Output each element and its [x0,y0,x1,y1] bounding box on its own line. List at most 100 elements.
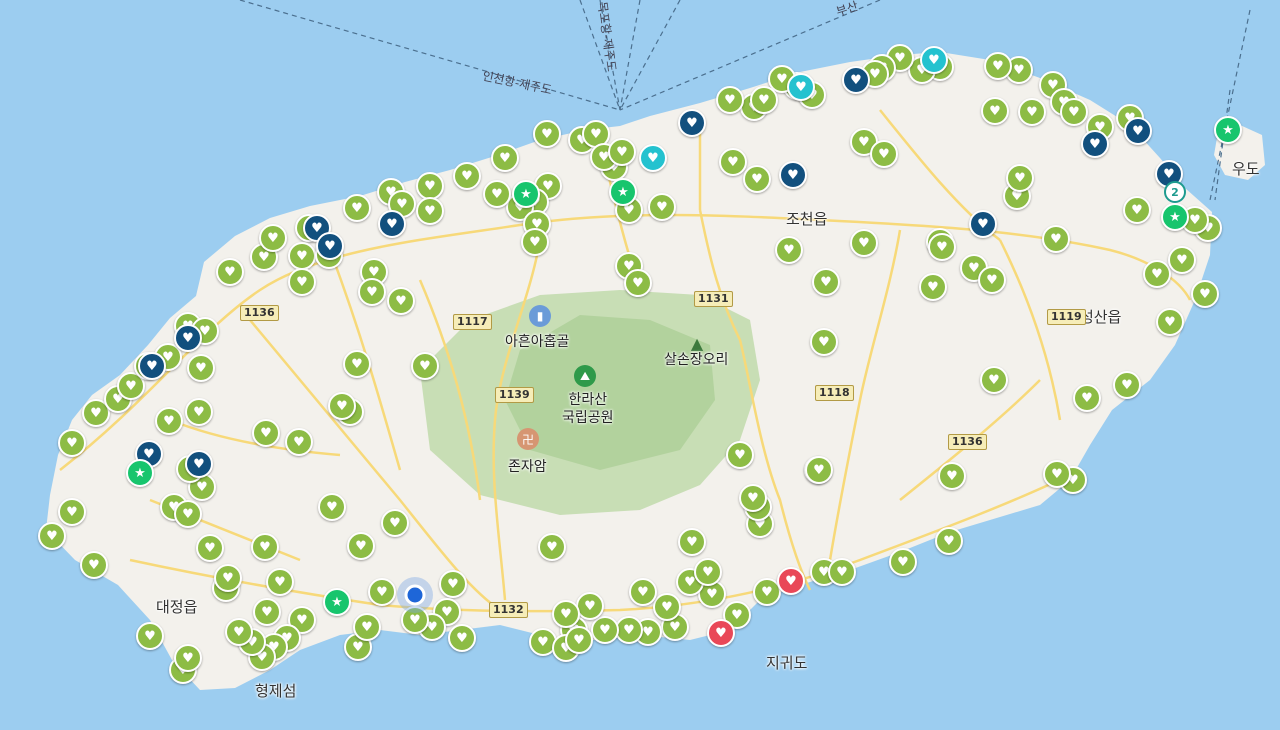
heart-marker[interactable]: ♥ [1042,225,1070,253]
heart-marker[interactable]: ♥ [174,644,202,672]
heart-marker[interactable]: ♥ [1060,98,1088,126]
heart-marker[interactable]: ♥ [743,165,771,193]
heart-marker[interactable]: ♥ [533,120,561,148]
place-label-udo[interactable]: 우도 [1232,158,1260,179]
heart-marker[interactable]: ♥ [381,509,409,537]
heart-marker[interactable]: ♥ [889,548,917,576]
saved-heart-marker[interactable]: ♥ [1081,130,1109,158]
heart-marker[interactable]: ♥ [187,354,215,382]
heart-marker[interactable]: ♥ [251,533,279,561]
heart-marker[interactable]: ♥ [521,228,549,256]
saved-heart-marker[interactable]: ♥ [138,352,166,380]
heart-marker[interactable]: ♥ [1143,260,1171,288]
saved-heart-marker[interactable]: ♥ [1124,117,1152,145]
map-view[interactable]: 인천항-제주도 목포항-제주도 부산 조천읍 성산읍 우도 대정읍 형제섬 지귀… [0,0,1280,730]
poi-jonjaam-label[interactable]: 존자암 [508,456,547,476]
heart-marker[interactable]: ♥ [978,266,1006,294]
heart-marker[interactable]: ♥ [538,533,566,561]
heart-marker[interactable]: ♥ [1073,384,1101,412]
place-label-hyeongjeseom[interactable]: 형제섬 [255,680,296,701]
heart-marker[interactable]: ♥ [266,568,294,596]
heart-marker[interactable]: ♥ [810,328,838,356]
heart-marker[interactable]: ♥ [416,197,444,225]
heart-marker[interactable]: ♥ [288,242,316,270]
heart-marker[interactable]: ♥ [719,148,747,176]
heart-marker[interactable]: ♥ [358,278,386,306]
heart-marker[interactable]: ♥ [347,532,375,560]
heart-marker[interactable]: ♥ [216,258,244,286]
heart-marker[interactable]: ♥ [1018,98,1046,126]
heart-marker[interactable]: ♥ [174,500,202,528]
current-location-icon[interactable] [396,576,434,614]
heart-marker[interactable]: ♥ [935,527,963,555]
heart-marker[interactable]: ♥ [870,140,898,168]
heart-marker[interactable]: ♥ [919,273,947,301]
heart-marker[interactable]: ♥ [984,52,1012,80]
star-marker[interactable]: ★ [609,178,637,206]
hot-heart-marker[interactable]: ♥ [777,567,805,595]
heart-marker[interactable]: ♥ [716,86,744,114]
heart-marker[interactable]: ♥ [648,193,676,221]
place-label-jigwido[interactable]: 지귀도 [766,652,807,673]
heart-marker[interactable]: ♥ [928,233,956,261]
heart-marker[interactable]: ♥ [185,398,213,426]
visited-heart-marker[interactable]: ♥ [920,46,948,74]
heart-marker[interactable]: ♥ [805,456,833,484]
star-marker[interactable]: ★ [1161,203,1189,231]
heart-marker[interactable]: ♥ [615,616,643,644]
heart-marker[interactable]: ♥ [576,592,604,620]
heart-marker[interactable]: ♥ [288,268,316,296]
heart-marker[interactable]: ♥ [80,551,108,579]
poi-salson-label[interactable]: 살손장오리 [664,349,728,369]
heart-marker[interactable]: ♥ [624,269,652,297]
heart-marker[interactable]: ♥ [694,558,722,586]
heart-marker[interactable]: ♥ [214,564,242,592]
heart-marker[interactable]: ♥ [812,268,840,296]
hot-heart-marker[interactable]: ♥ [707,619,735,647]
heart-marker[interactable]: ♥ [58,498,86,526]
place-label-daejeong[interactable]: 대정읍 [156,596,197,617]
visited-heart-marker[interactable]: ♥ [639,144,667,172]
heart-marker[interactable]: ♥ [726,441,754,469]
heart-marker[interactable]: ♥ [387,287,415,315]
star-marker[interactable]: ★ [126,459,154,487]
saved-heart-marker[interactable]: ♥ [316,232,344,260]
heart-marker[interactable]: ♥ [1113,371,1141,399]
building-icon[interactable]: ▮ [529,305,551,327]
heart-marker[interactable]: ♥ [136,622,164,650]
heart-marker[interactable]: ♥ [58,429,86,457]
heart-marker[interactable]: ♥ [368,578,396,606]
heart-marker[interactable]: ♥ [343,350,371,378]
heart-marker[interactable]: ♥ [491,144,519,172]
heart-marker[interactable]: ♥ [739,484,767,512]
poi-aheun-label[interactable]: 아흔아홉골 [505,331,569,351]
heart-marker[interactable]: ♥ [552,600,580,628]
heart-marker[interactable]: ♥ [981,97,1009,125]
heart-marker[interactable]: ♥ [253,598,281,626]
heart-marker[interactable]: ♥ [608,138,636,166]
place-label-jocheon[interactable]: 조천읍 [786,208,827,229]
heart-marker[interactable]: ♥ [343,194,371,222]
poi-hallasan-label[interactable]: 한라산 국립공원 [562,391,614,427]
heart-marker[interactable]: ♥ [565,626,593,654]
marker-cluster-badge[interactable]: 2 [1164,181,1186,203]
heart-marker[interactable]: ♥ [225,618,253,646]
place-label-seongsan[interactable]: 성산읍 [1080,306,1121,327]
star-marker[interactable]: ★ [1214,116,1242,144]
heart-marker[interactable]: ♥ [285,428,313,456]
heart-marker[interactable]: ♥ [678,528,706,556]
heart-marker[interactable]: ♥ [155,407,183,435]
saved-heart-marker[interactable]: ♥ [185,450,213,478]
heart-marker[interactable]: ♥ [439,570,467,598]
park-icon[interactable]: ⛰ [574,365,596,387]
heart-marker[interactable]: ♥ [1123,196,1151,224]
star-marker[interactable]: ★ [512,180,540,208]
saved-heart-marker[interactable]: ♥ [174,324,202,352]
heart-marker[interactable]: ♥ [416,172,444,200]
saved-heart-marker[interactable]: ♥ [779,161,807,189]
heart-marker[interactable]: ♥ [353,613,381,641]
heart-marker[interactable]: ♥ [938,462,966,490]
saved-heart-marker[interactable]: ♥ [842,66,870,94]
heart-marker[interactable]: ♥ [328,392,356,420]
saved-heart-marker[interactable]: ♥ [378,210,406,238]
